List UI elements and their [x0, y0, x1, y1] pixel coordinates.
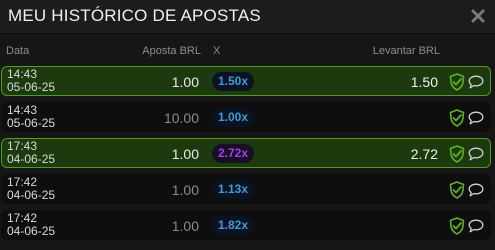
close-icon[interactable]	[470, 8, 486, 24]
shield-check-icon[interactable]	[449, 145, 465, 163]
bet-date: 04-06-25	[7, 188, 56, 202]
column-date: Data	[6, 45, 30, 57]
bet-row[interactable]: 17:43 04-06-25 1.00 2.72x 2.72	[1, 138, 491, 168]
chat-bubble-icon[interactable]	[468, 183, 484, 197]
bet-amount: 10.00	[163, 110, 199, 126]
chat-bubble-icon[interactable]	[468, 111, 484, 125]
column-headers: Data Aposta BRL X Levantar BRL	[0, 45, 495, 59]
chat-bubble-icon[interactable]	[468, 75, 484, 89]
bet-date: 04-06-25	[7, 224, 56, 238]
cashout-amount: 1.50	[410, 74, 438, 90]
cashout-amount: 2.72	[410, 146, 438, 162]
shield-check-icon[interactable]	[449, 181, 465, 199]
modal-title: MEU HISTÓRICO DE APOSTAS	[8, 6, 261, 25]
column-cashout: Levantar BRL	[372, 45, 440, 57]
multiplier-badge: 1.13x	[212, 180, 255, 199]
multiplier-badge: 1.82x	[212, 216, 255, 235]
multiplier-badge: 1.00x	[212, 108, 255, 127]
bet-datetime: 14:43 05-06-25	[7, 104, 55, 130]
bet-datetime: 17:43 04-06-25	[7, 140, 55, 166]
bet-amount: 1.00	[171, 146, 199, 162]
column-multiplier: X	[213, 45, 221, 57]
chat-bubble-icon[interactable]	[468, 219, 484, 233]
bet-amount: 1.00	[171, 218, 199, 234]
column-bet: Aposta BRL	[142, 45, 201, 57]
chat-bubble-icon[interactable]	[468, 147, 484, 161]
shield-check-icon[interactable]	[449, 109, 465, 127]
multiplier-badge: 2.72x	[212, 144, 255, 163]
bet-row[interactable]: 17:42 04-06-25 1.00 1.82x	[1, 210, 491, 240]
shield-check-icon[interactable]	[449, 217, 465, 235]
shield-check-icon[interactable]	[449, 73, 465, 91]
bet-datetime: 17:42 04-06-25	[7, 176, 55, 202]
bet-date: 04-06-25	[7, 152, 56, 166]
bet-history-modal: MEU HISTÓRICO DE APOSTAS Data Aposta BRL…	[0, 0, 495, 250]
bet-date: 05-06-25	[7, 116, 56, 130]
bet-row[interactable]: 14:43 05-06-25 1.00 1.50x 1.50	[1, 66, 491, 96]
bet-row[interactable]: 17:42 04-06-25 1.00 1.13x	[1, 174, 491, 204]
bet-date: 05-06-25	[7, 80, 56, 94]
bet-datetime: 14:43 05-06-25	[7, 68, 55, 94]
bet-amount: 1.00	[171, 182, 199, 198]
modal-header: MEU HISTÓRICO DE APOSTAS	[0, 0, 495, 34]
bet-row[interactable]: 14:43 05-06-25 10.00 1.00x	[1, 102, 491, 132]
bet-datetime: 17:42 04-06-25	[7, 212, 55, 238]
bet-amount: 1.00	[171, 74, 199, 90]
multiplier-badge: 1.50x	[212, 72, 255, 91]
